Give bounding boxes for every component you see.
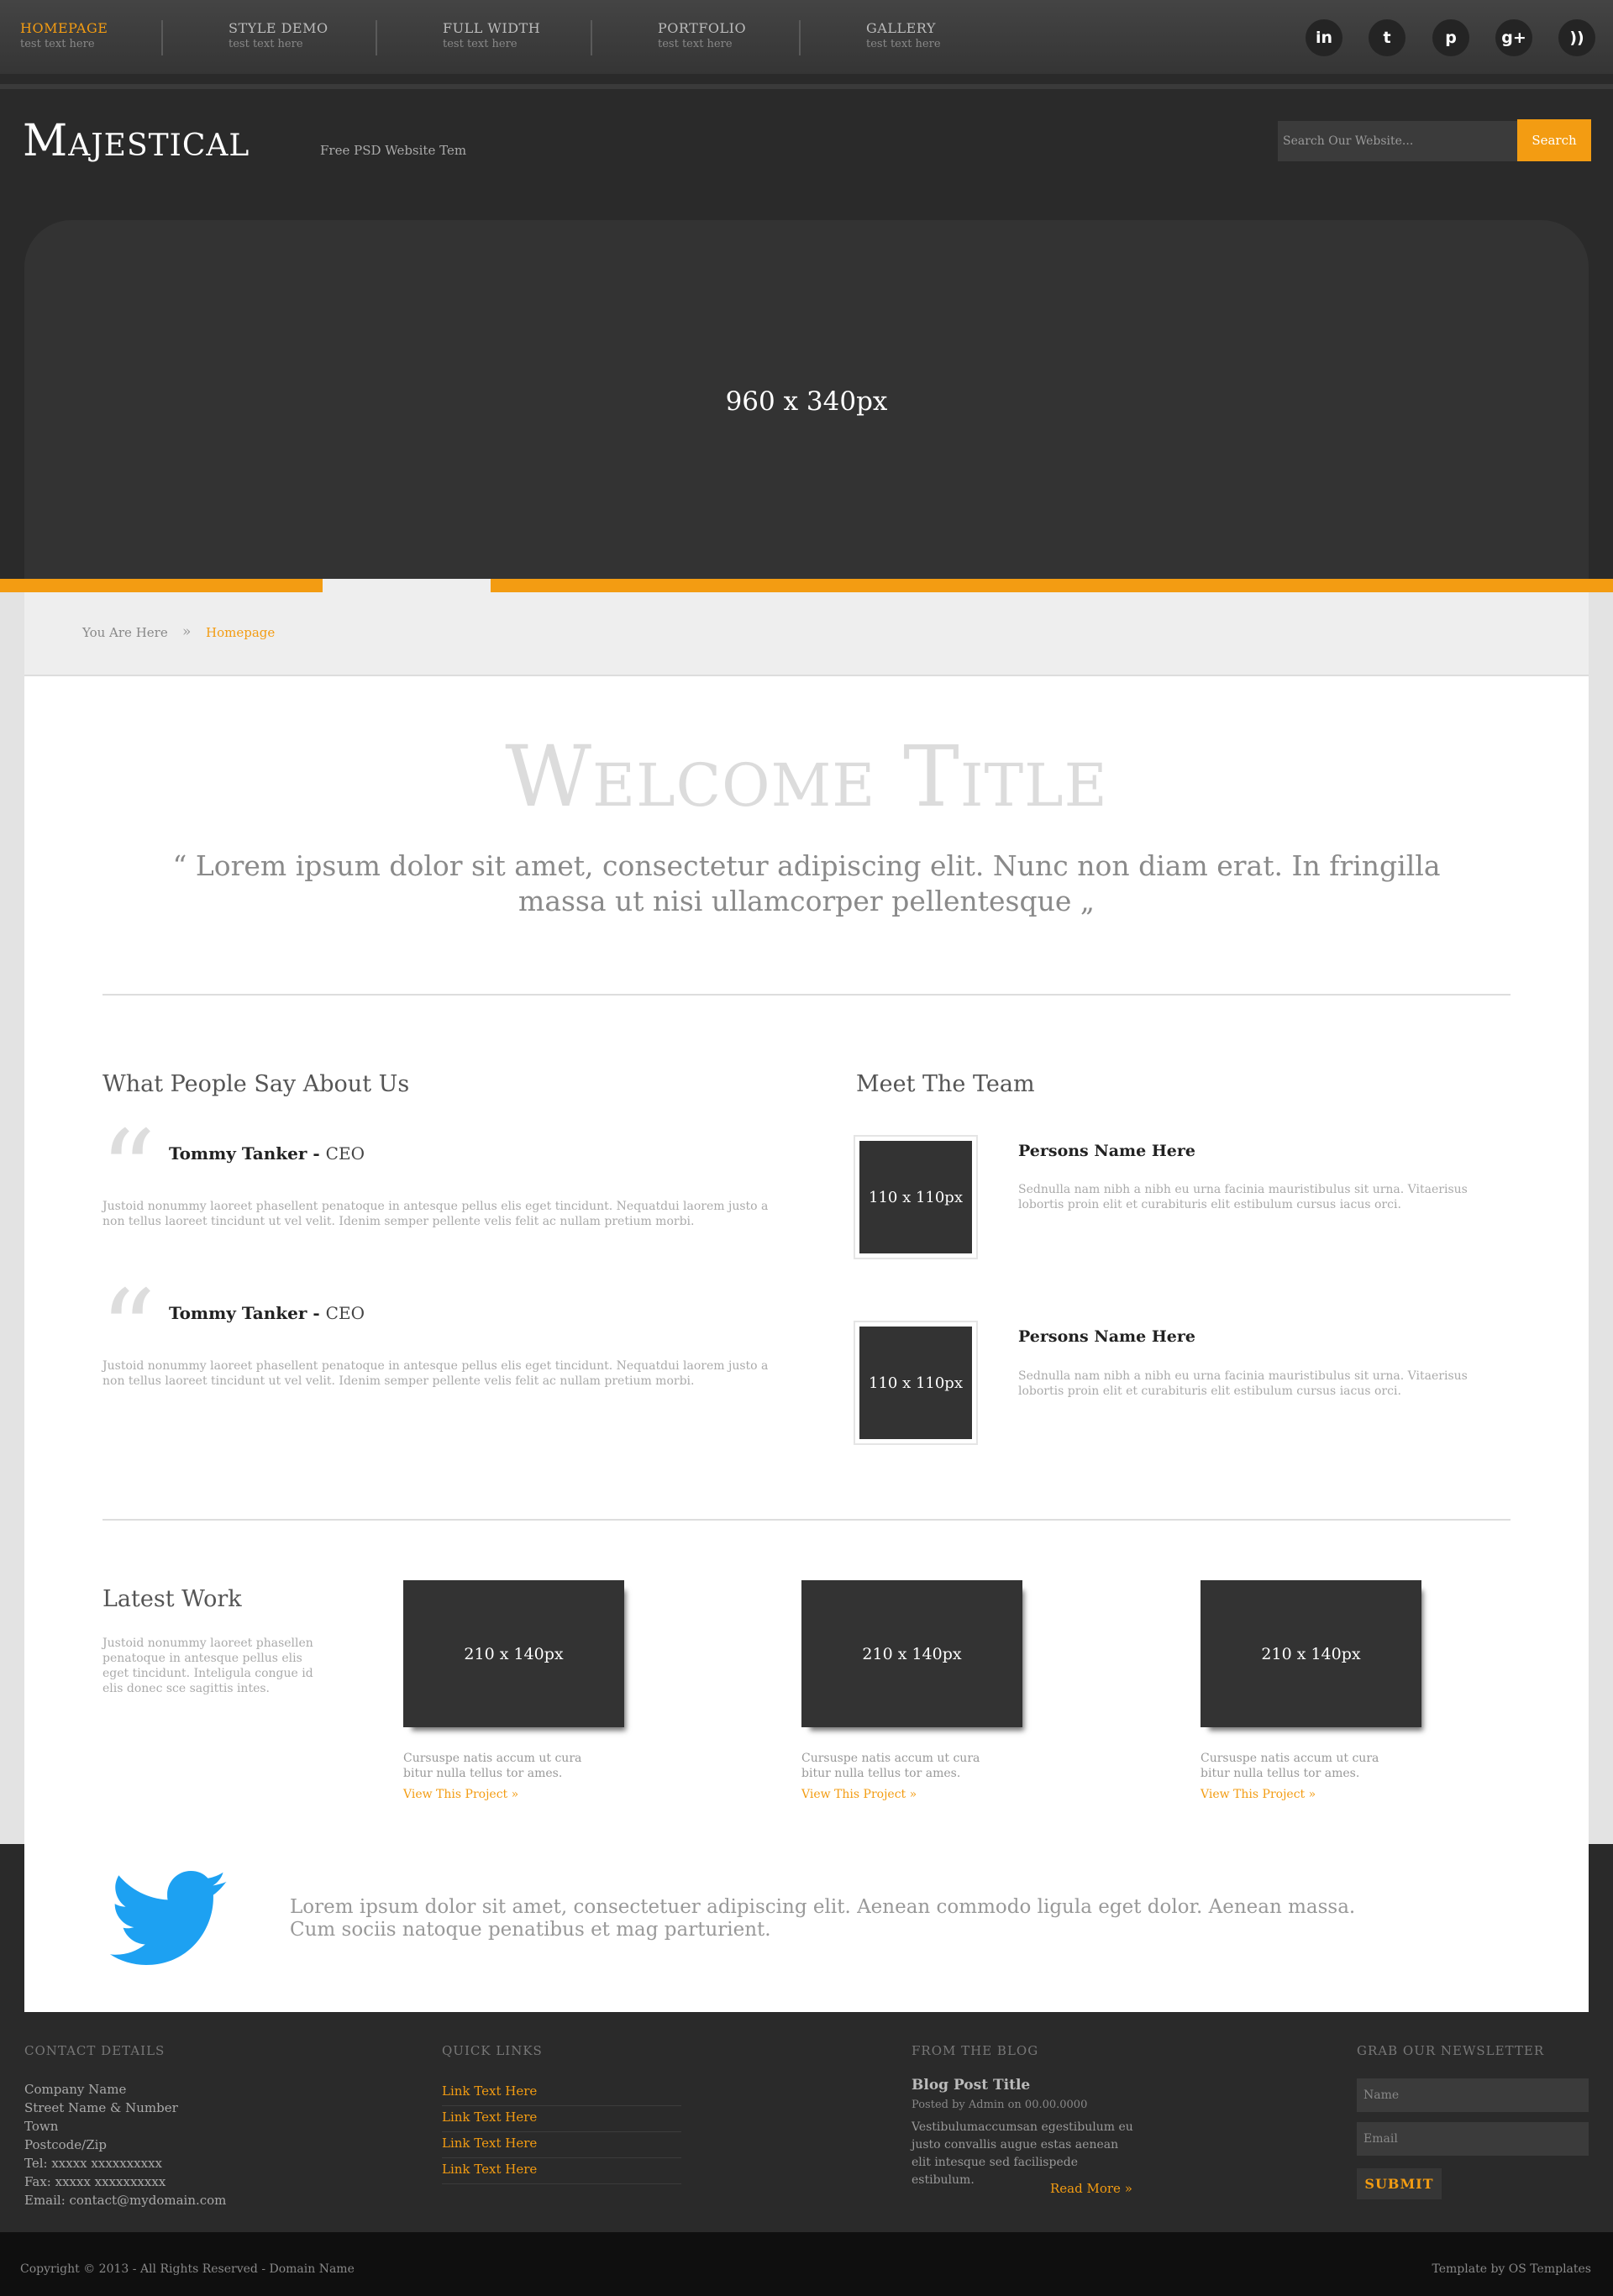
footer-contact-heading: CONTACT DETAILS — [24, 2043, 166, 2058]
portfolio-description: Cursuspe natis accum ut cura bitur nulla… — [1201, 1752, 1379, 1780]
view-project-link[interactable]: View This Project » — [1201, 1788, 1423, 1801]
photo-placeholder-label: 110 x 110px — [859, 1327, 972, 1439]
breadcrumb-label: You Are Here — [82, 625, 168, 640]
slider-tab-indicator — [323, 579, 491, 592]
portfolio-description: Cursuspe natis accum ut cura bitur nulla… — [403, 1752, 582, 1780]
nav-divider — [591, 20, 592, 55]
portfolio-item: 210 x 140px Cursuspe natis accum ut cura… — [801, 1580, 1024, 1801]
nav-divider — [799, 20, 801, 55]
breadcrumb-current[interactable]: Homepage — [206, 625, 275, 640]
testimonials-title: What People Say About Us — [102, 1071, 410, 1097]
tweet-text: Lorem ipsum dolor sit amet, consectetuer… — [290, 1896, 1356, 1941]
nav-item-sublabel: test text here — [658, 38, 733, 50]
twitter-icon[interactable]: t — [1369, 19, 1405, 56]
blog-post-excerpt: Vestibulumaccumsan egestibulum eu justo … — [912, 2120, 1133, 2187]
accent-bar — [0, 579, 1613, 592]
nav-item-sublabel: test text here — [866, 38, 941, 50]
team-member-photo: 110 x 110px — [854, 1321, 978, 1445]
latest-work-description: Justoid nonummy laoreet phasellen penato… — [102, 1637, 313, 1695]
nav-item-sublabel: test text here — [20, 38, 95, 50]
testimonial-name: Tommy Tanker — [169, 1143, 307, 1164]
view-project-link[interactable]: View This Project » — [403, 1788, 626, 1801]
main-content: Welcome Title “ Lorem ipsum dolor sit am… — [24, 676, 1589, 1844]
nav-item-label: GALLERY — [866, 20, 936, 36]
copyright-text: Copyright © 2013 - All Rights Reserved -… — [20, 2262, 355, 2276]
footer-newsletter-heading: GRAB OUR NEWSLETTER — [1357, 2043, 1545, 2058]
site-logo[interactable]: Majestical — [23, 116, 250, 166]
pinterest-icon[interactable]: p — [1432, 19, 1469, 56]
portfolio-thumbnail[interactable]: 210 x 140px — [801, 1580, 1022, 1727]
footer-blog-heading: FROM THE BLOG — [912, 2043, 1039, 2058]
nav-item-label: PORTFOLIO — [658, 20, 747, 36]
welcome-quote: “ Lorem ipsum dolor sit amet, consectetu… — [172, 849, 1441, 917]
blog-post-title[interactable]: Blog Post Title — [912, 2077, 1030, 2094]
twitter-bird-icon[interactable] — [102, 1859, 237, 1977]
contact-street: Street Name & Number — [24, 2100, 178, 2115]
footer-contact-details: Company Name Street Name & Number Town P… — [24, 2080, 226, 2209]
section-divider — [102, 1519, 1511, 1521]
contact-postcode: Postcode/Zip — [24, 2137, 108, 2152]
team-member-name: Persons Name Here — [1018, 1327, 1195, 1346]
portfolio-description: Cursuspe natis accum ut cura bitur nulla… — [801, 1752, 980, 1780]
nav-item-full-width[interactable]: FULL WIDTH test text here — [423, 20, 616, 50]
testimonial-name: Tommy Tanker — [169, 1303, 307, 1323]
contact-company: Company Name — [24, 2082, 127, 2097]
contact-fax: Fax: xxxxx xxxxxxxxxx — [24, 2174, 166, 2189]
nav-item-gallery[interactable]: GALLERY test text here — [846, 20, 1039, 50]
search-button[interactable]: Search — [1517, 119, 1591, 161]
site-tagline: Free PSD Website Tem — [320, 143, 467, 158]
google-plus-icon[interactable]: g+ — [1495, 19, 1532, 56]
testimonial-role: CEO — [325, 1303, 365, 1323]
quick-link[interactable]: Link Text Here — [442, 2136, 681, 2158]
team-member-bio: Sednulla nam nibh a nibh eu urna facinia… — [1018, 1369, 1468, 1398]
team-member-bio: Sednulla nam nibh a nibh eu urna facinia… — [1018, 1183, 1468, 1211]
portfolio-item: 210 x 140px Cursuspe natis accum ut cura… — [1201, 1580, 1423, 1801]
read-more-link[interactable]: Read More » — [1050, 2181, 1132, 2196]
breadcrumb: You Are Here » Homepage — [24, 592, 1589, 676]
newsletter-email-input[interactable] — [1357, 2122, 1589, 2156]
nav-item-style-demo[interactable]: STYLE DEMO test text here — [208, 20, 402, 50]
nav-item-portfolio[interactable]: PORTFOLIO test text here — [638, 20, 831, 50]
quick-link[interactable]: Link Text Here — [442, 2162, 681, 2184]
nav-item-label: HOMEPAGE — [20, 20, 108, 36]
nav-divider — [376, 20, 377, 55]
contact-email[interactable]: Email: contact@mydomain.com — [24, 2191, 226, 2209]
photo-placeholder-label: 110 x 110px — [859, 1141, 972, 1253]
latest-work-title: Latest Work — [102, 1586, 242, 1612]
section-divider — [102, 994, 1511, 996]
view-project-link[interactable]: View This Project » — [801, 1788, 1024, 1801]
breadcrumb-separator: » — [182, 623, 192, 640]
top-navigation-bar: HOMEPAGE test text here STYLE DEMO test … — [0, 0, 1613, 89]
rss-icon[interactable]: )) — [1558, 19, 1595, 56]
footer-bottom-bar: Copyright © 2013 - All Rights Reserved -… — [0, 2232, 1613, 2296]
newsletter-name-input[interactable] — [1357, 2078, 1589, 2112]
template-credit[interactable]: Template by OS Templates — [1432, 2262, 1592, 2276]
search-input[interactable] — [1278, 121, 1517, 161]
quick-link[interactable]: Link Text Here — [442, 2083, 681, 2106]
testimonial-role: CEO — [325, 1143, 365, 1164]
blog-post-meta: Posted by Admin on 00.00.0000 — [912, 2099, 1088, 2111]
team-member-name: Persons Name Here — [1018, 1142, 1195, 1160]
testimonial-text: Justoid nonummy laoreet phasellent penat… — [102, 1200, 769, 1228]
testimonial-text: Justoid nonummy laoreet phasellent penat… — [102, 1359, 769, 1388]
testimonial-author: Tommy Tanker - CEO — [169, 1143, 365, 1164]
portfolio-item: 210 x 140px Cursuspe natis accum ut cura… — [403, 1580, 626, 1801]
newsletter-submit-button[interactable]: SUBMIT — [1357, 2168, 1442, 2199]
testimonial-author: Tommy Tanker - CEO — [169, 1303, 365, 1323]
contact-tel: Tel: xxxxx xxxxxxxxxx — [24, 2156, 162, 2171]
hero-slider: 960 x 340px — [24, 220, 1589, 580]
team-title: Meet The Team — [856, 1071, 1035, 1097]
page-title: Welcome Title — [505, 728, 1108, 826]
twitter-feed: Lorem ipsum dolor sit amet, consectetuer… — [24, 1844, 1589, 2012]
slider-placeholder-label: 960 x 340px — [725, 386, 888, 417]
portfolio-thumbnail[interactable]: 210 x 140px — [403, 1580, 624, 1727]
team-member-photo: 110 x 110px — [854, 1135, 978, 1259]
footer-quick-links-heading: QUICK LINKS — [442, 2043, 543, 2058]
nav-item-homepage[interactable]: HOMEPAGE test text here — [0, 20, 193, 50]
contact-town: Town — [24, 2119, 59, 2134]
linkedin-icon[interactable]: in — [1306, 19, 1342, 56]
nav-divider — [161, 20, 163, 55]
portfolio-thumbnail[interactable]: 210 x 140px — [1201, 1580, 1421, 1727]
quick-link[interactable]: Link Text Here — [442, 2109, 681, 2132]
